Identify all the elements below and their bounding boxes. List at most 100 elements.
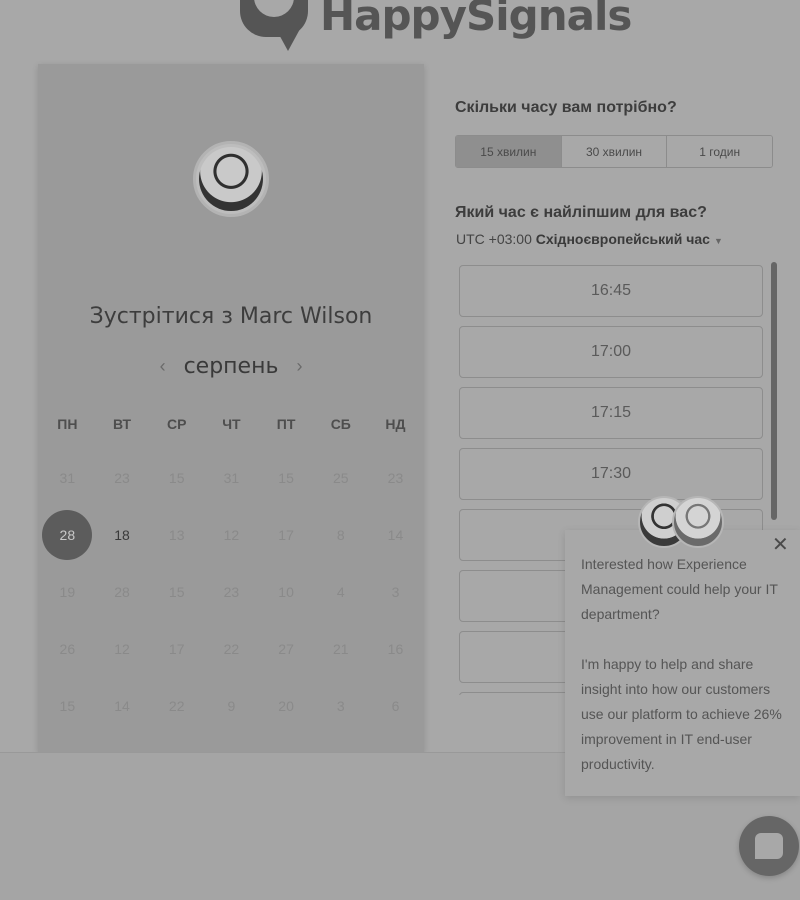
calendar-day: 4 (313, 563, 368, 620)
calendar-day-label: 18 (114, 526, 130, 543)
calendar-day[interactable]: 18 (95, 506, 150, 563)
time-slot-button[interactable]: 16:45 (459, 265, 763, 317)
calendar-day-label: 6 (391, 697, 400, 714)
calendar-day: 17 (259, 506, 314, 563)
logo-text: HappySignals (320, 0, 632, 40)
duration-option-30[interactable]: 30 хвилин (561, 136, 668, 167)
caret-down-icon: ▼ (713, 236, 723, 246)
calendar-day: 27 (259, 620, 314, 677)
happysignals-logo[interactable]: HappySignals (240, 0, 632, 51)
calendar-day-label: 10 (278, 583, 294, 600)
calendar-day: 20 (259, 677, 314, 734)
calendar-day: 15 (40, 677, 95, 734)
weekday-label: СБ (330, 416, 351, 432)
calendar-day: 21 (313, 620, 368, 677)
timezone-offset: UTC +03:00 (456, 231, 532, 247)
host-title: Зустрітися з Marc Wilson (89, 304, 373, 329)
calendar-day-label: 25 (332, 469, 349, 486)
calendar-day: 3 (313, 677, 368, 734)
calendar-day: 15 (149, 449, 204, 506)
month-label: серпень (183, 354, 279, 379)
chat-bubble-icon (755, 833, 783, 859)
weekday-label: ПТ (276, 416, 296, 432)
calendar-day: 14 (95, 677, 150, 734)
calendar-day-label: 23 (223, 583, 240, 600)
calendar-day-label: 15 (168, 583, 185, 600)
calendar-day: 23 (368, 449, 423, 506)
chat-message-intro: Interested how Experience Management cou… (581, 556, 778, 622)
chat-launcher-button[interactable] (739, 816, 799, 876)
calendar-day-label: 12 (223, 526, 240, 543)
calendar-day-label: 14 (387, 526, 404, 543)
calendar-day: 16 (368, 620, 423, 677)
calendar-day: 6 (368, 677, 423, 734)
chat-agent-avatars (638, 496, 724, 548)
duration-option-60[interactable]: 1 годин (667, 136, 772, 167)
calendar-day: 28 (95, 563, 150, 620)
calendar-day-label: 23 (114, 469, 130, 486)
duration-question: Скільки часу вам потрібно? (455, 99, 677, 116)
calendar-day: 12 (95, 620, 150, 677)
duration-selector: 15 хвилин 30 хвилин 1 годин (455, 135, 773, 168)
chat-popup: Interested how Experience Management cou… (565, 530, 800, 796)
close-icon[interactable]: ✕ (772, 532, 789, 557)
calendar-day-selected[interactable]: 28 (40, 506, 95, 563)
timezone-name: Східноєвропейський час (535, 231, 710, 247)
calendar-day-label: 17 (168, 640, 185, 657)
calendar-panel: Зустрітися з Marc Wilson ‹ серпень › ПН … (38, 64, 424, 771)
calendar-day-label: 26 (59, 640, 76, 657)
weekday-header: ПН ВТ СР ЧТ ПТ СБ НД (40, 416, 424, 432)
time-slot-button[interactable]: 17:15 (459, 387, 763, 439)
agent-avatar (672, 496, 724, 548)
calendar-day: 31 (204, 449, 259, 506)
calendar-day-label: 3 (391, 583, 400, 600)
prev-month-icon[interactable]: ‹ (160, 356, 166, 377)
calendar-day-label: 16 (387, 640, 404, 657)
weekday-label: НД (385, 416, 406, 432)
chat-message-body: I'm happy to help and share insight into… (581, 656, 782, 772)
calendar-day-label: 15 (59, 697, 76, 714)
weekday-label: ПН (57, 416, 78, 432)
calendar-day-label: 9 (227, 697, 236, 714)
calendar-day-label: 28 (42, 509, 93, 560)
calendar-day: 17 (149, 620, 204, 677)
calendar-day-label: 15 (168, 469, 185, 486)
time-slot-scrollbar[interactable] (771, 262, 777, 520)
host-avatar (193, 141, 269, 217)
calendar-day-label: 27 (278, 640, 294, 657)
weekday-label: ЧТ (222, 416, 241, 432)
time-question: Який час є найліпшим для вас? (455, 204, 707, 221)
chat-message: Interested how Experience Management cou… (581, 552, 791, 777)
month-navigator: ‹ серпень › (38, 354, 424, 379)
calendar-day: 15 (149, 563, 204, 620)
calendar-day: 23 (95, 449, 150, 506)
calendar-day-label: 22 (168, 697, 185, 714)
calendar-day-label: 21 (332, 640, 349, 657)
calendar-day: 22 (149, 677, 204, 734)
calendar-day-label: 31 (223, 469, 240, 486)
calendar-days-grid: 31 23 15 31 15 25 23 28 18 13 12 17 8 14 19 28 15 23 10 4 3 2… (40, 449, 424, 791)
calendar-day: 26 (40, 620, 95, 677)
timezone-selector[interactable]: UTC +03:00 Східноєвропейський час ▼ (456, 231, 723, 247)
calendar-day: 3 (368, 563, 423, 620)
calendar-day-label: 19 (59, 583, 76, 600)
weekday-label: СР (166, 416, 187, 432)
calendar-day-label: 12 (114, 640, 130, 657)
calendar-day-label: 23 (387, 469, 404, 486)
calendar-day: 22 (204, 620, 259, 677)
calendar-day: 9 (204, 677, 259, 734)
calendar-day-label: 15 (278, 469, 294, 486)
calendar-day-label: 14 (114, 697, 130, 714)
calendar-day: 10 (259, 563, 314, 620)
calendar-day-label: 3 (336, 697, 345, 714)
calendar-day: 25 (313, 449, 368, 506)
calendar-day-label: 22 (223, 640, 240, 657)
calendar-day: 14 (368, 506, 423, 563)
time-slot-button[interactable]: 17:30 (459, 448, 763, 500)
duration-option-15[interactable]: 15 хвилин (456, 136, 562, 167)
time-slot-button[interactable]: 17:00 (459, 326, 763, 378)
logo-bubble-icon (240, 0, 310, 51)
next-month-icon[interactable]: › (296, 356, 302, 377)
weekday-label: ВТ (112, 416, 132, 432)
calendar-day: 23 (204, 563, 259, 620)
